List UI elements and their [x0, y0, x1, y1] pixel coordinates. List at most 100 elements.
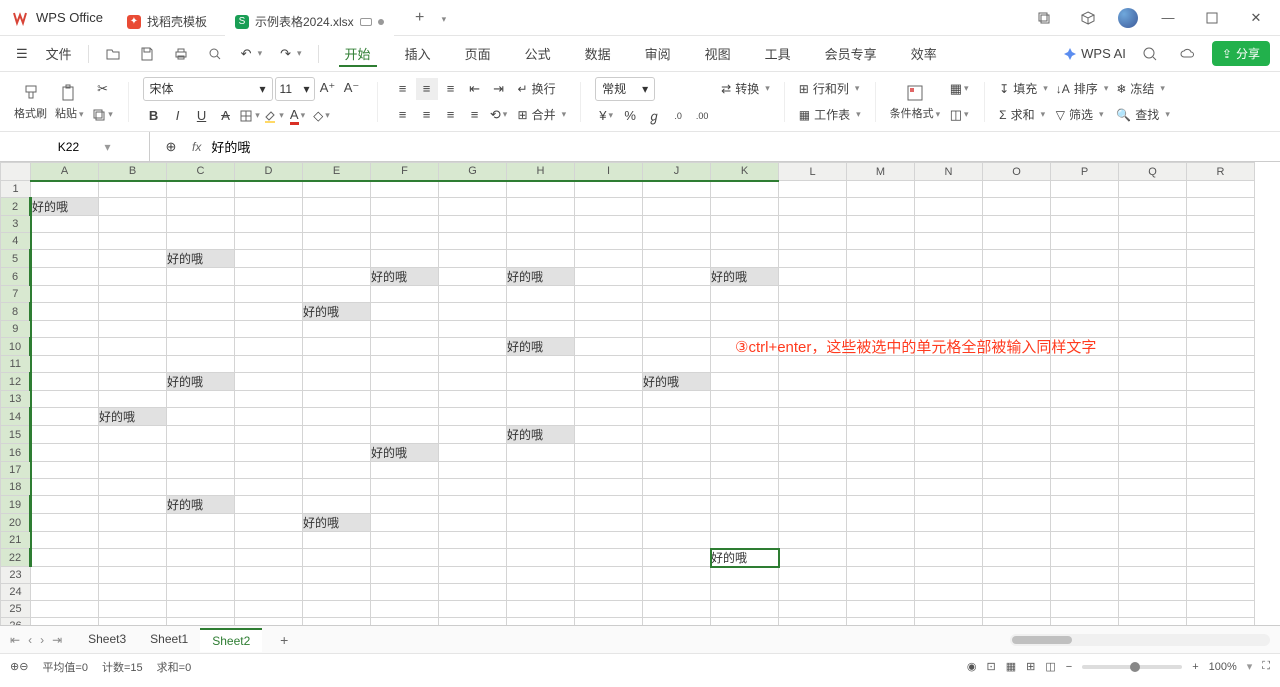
cube-icon[interactable]: [1074, 4, 1102, 32]
cell-F23[interactable]: [371, 567, 439, 584]
cell-O8[interactable]: [983, 303, 1051, 321]
cell-E7[interactable]: [303, 286, 371, 303]
cell-M11[interactable]: [847, 356, 915, 373]
cell-M20[interactable]: [847, 514, 915, 532]
cell-F10[interactable]: [371, 338, 439, 356]
cell-E9[interactable]: [303, 321, 371, 338]
cell-F26[interactable]: [371, 618, 439, 626]
cell-F14[interactable]: [371, 408, 439, 426]
cell-D15[interactable]: [235, 426, 303, 444]
col-header-C[interactable]: C: [167, 163, 235, 181]
row-header-2[interactable]: 2: [1, 198, 31, 216]
cell-J16[interactable]: [643, 444, 711, 462]
cell-Q13[interactable]: [1119, 391, 1187, 408]
cell-M24[interactable]: [847, 584, 915, 601]
cell-N6[interactable]: [915, 268, 983, 286]
cell-R24[interactable]: [1187, 584, 1255, 601]
cell-I3[interactable]: [575, 216, 643, 233]
cell-N2[interactable]: [915, 198, 983, 216]
cell-A26[interactable]: [31, 618, 99, 626]
align-justify-icon[interactable]: ≡: [464, 104, 486, 126]
cell-L4[interactable]: [779, 233, 847, 250]
cell-H6[interactable]: 好的哦: [507, 268, 575, 286]
cell-R19[interactable]: [1187, 496, 1255, 514]
sheet-tab-Sheet3[interactable]: Sheet3: [76, 628, 138, 652]
cell-J8[interactable]: [643, 303, 711, 321]
cell-Q11[interactable]: [1119, 356, 1187, 373]
cell-Q9[interactable]: [1119, 321, 1187, 338]
cell-A9[interactable]: [31, 321, 99, 338]
row-header-17[interactable]: 17: [1, 462, 31, 479]
cell-Q25[interactable]: [1119, 601, 1187, 618]
cell-O4[interactable]: [983, 233, 1051, 250]
cell-O14[interactable]: [983, 408, 1051, 426]
cell-I16[interactable]: [575, 444, 643, 462]
cell-reference-box[interactable]: ▾: [0, 132, 150, 161]
cell-N4[interactable]: [915, 233, 983, 250]
cell-A8[interactable]: [31, 303, 99, 321]
cell-J4[interactable]: [643, 233, 711, 250]
cell-N11[interactable]: [915, 356, 983, 373]
cell-A13[interactable]: [31, 391, 99, 408]
cell-K16[interactable]: [711, 444, 779, 462]
cell-A7[interactable]: [31, 286, 99, 303]
font-size-select[interactable]: 11▾: [275, 77, 315, 101]
cell-J15[interactable]: [643, 426, 711, 444]
cell-H18[interactable]: [507, 479, 575, 496]
cell-O19[interactable]: [983, 496, 1051, 514]
cell-F17[interactable]: [371, 462, 439, 479]
cell-F24[interactable]: [371, 584, 439, 601]
cell-E11[interactable]: [303, 356, 371, 373]
cell-G22[interactable]: [439, 549, 507, 567]
cell-J12[interactable]: 好的哦: [643, 373, 711, 391]
cell-D2[interactable]: [235, 198, 303, 216]
cell-N7[interactable]: [915, 286, 983, 303]
row-header-13[interactable]: 13: [1, 391, 31, 408]
cell-A17[interactable]: [31, 462, 99, 479]
cell-J10[interactable]: [643, 338, 711, 356]
cell-M6[interactable]: [847, 268, 915, 286]
cell-P8[interactable]: [1051, 303, 1119, 321]
cell-A4[interactable]: [31, 233, 99, 250]
cell-E19[interactable]: [303, 496, 371, 514]
undo-button[interactable]: ↶: [235, 42, 268, 66]
number-format-select[interactable]: 常规▾: [595, 77, 655, 101]
cell-O18[interactable]: [983, 479, 1051, 496]
search-icon[interactable]: [1136, 42, 1164, 66]
cell-Q5[interactable]: [1119, 250, 1187, 268]
sheet-nav-next[interactable]: ›: [40, 633, 44, 647]
cell-L12[interactable]: [779, 373, 847, 391]
cell-O7[interactable]: [983, 286, 1051, 303]
cell-C5[interactable]: 好的哦: [167, 250, 235, 268]
cell-N14[interactable]: [915, 408, 983, 426]
zoom-slider[interactable]: [1082, 665, 1182, 669]
cell-P12[interactable]: [1051, 373, 1119, 391]
cell-C6[interactable]: [167, 268, 235, 286]
cell-F19[interactable]: [371, 496, 439, 514]
select-all-corner[interactable]: [1, 163, 31, 181]
cell-L23[interactable]: [779, 567, 847, 584]
cell-G25[interactable]: [439, 601, 507, 618]
cell-Q6[interactable]: [1119, 268, 1187, 286]
cell-F12[interactable]: [371, 373, 439, 391]
cell-K3[interactable]: [711, 216, 779, 233]
cell-G12[interactable]: [439, 373, 507, 391]
cell-K24[interactable]: [711, 584, 779, 601]
cell-D24[interactable]: [235, 584, 303, 601]
cell-M26[interactable]: [847, 618, 915, 626]
fullscreen-icon[interactable]: ⛶: [1262, 660, 1270, 673]
menu-效率[interactable]: 效率: [905, 40, 943, 67]
cell-C18[interactable]: [167, 479, 235, 496]
cell-C8[interactable]: [167, 303, 235, 321]
cell-H15[interactable]: 好的哦: [507, 426, 575, 444]
cell-P10[interactable]: [1051, 338, 1119, 356]
tab-menu-caret[interactable]: [440, 11, 447, 25]
zoom-out-button[interactable]: −: [1066, 661, 1072, 673]
cell-J11[interactable]: [643, 356, 711, 373]
cell-P1[interactable]: [1051, 181, 1119, 198]
cell-L20[interactable]: [779, 514, 847, 532]
cell-H11[interactable]: [507, 356, 575, 373]
cell-O22[interactable]: [983, 549, 1051, 567]
zoom-slider-thumb[interactable]: [1130, 662, 1140, 672]
cell-style-icon[interactable]: ◫: [948, 104, 970, 126]
